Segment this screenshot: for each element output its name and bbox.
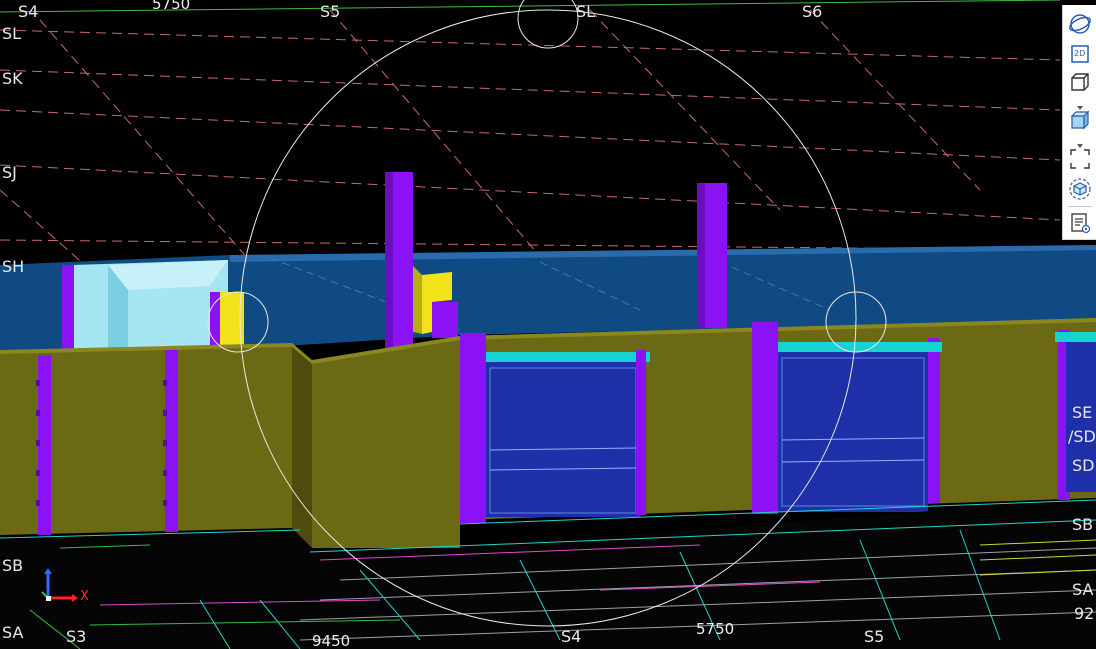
- orbit-handle-top[interactable]: [517, 0, 579, 49]
- axis-label-top-4: S6: [802, 2, 823, 21]
- column-stub-left: [62, 265, 74, 355]
- shaded-view-dropdown[interactable]: [1075, 135, 1085, 148]
- tall-column-left-face: [385, 172, 393, 362]
- axis-label-left-3: SJ: [2, 163, 17, 182]
- axis-label-left-1: SL: [2, 24, 22, 43]
- axis-label-right-3: SD: [1072, 456, 1095, 475]
- light-wall-top: [108, 260, 228, 290]
- column-stub-3: [432, 302, 458, 338]
- model-scene[interactable]: [0, 0, 1096, 649]
- axis-label-left-5: SB: [2, 556, 24, 575]
- view-toolbar: 2D: [1062, 5, 1096, 240]
- tall-column-mid-face: [697, 183, 705, 328]
- 2d-view-button[interactable]: 2D: [1067, 41, 1093, 67]
- coordinate-triad: X: [36, 568, 96, 608]
- properties-panel-button[interactable]: [1067, 210, 1093, 236]
- 3d-view-button[interactable]: [1067, 69, 1093, 95]
- axis-label-right-2: /SD: [1068, 427, 1096, 446]
- axis-label-top-3: SL: [576, 2, 596, 21]
- wall-left-end: [292, 345, 312, 548]
- orbit-view-button[interactable]: [1067, 11, 1093, 37]
- axis-label-right-6: 92: [1074, 604, 1095, 623]
- column-stub-2: [210, 292, 220, 346]
- cube-outline-icon: [1071, 73, 1089, 91]
- toolbar-separator: [1068, 206, 1092, 207]
- axis-label-bottom-3: S5: [864, 627, 885, 646]
- axis-label-right-1: SE: [1072, 403, 1093, 422]
- axis-label-top-1: S4: [18, 2, 39, 21]
- properties-icon: [1071, 213, 1091, 234]
- dimension-top: 5750: [152, 0, 191, 13]
- 3d-object-button[interactable]: [1067, 176, 1093, 202]
- orbit-icon: [1069, 14, 1091, 34]
- axis-label-top-2: S5: [320, 2, 341, 21]
- fit-view-icon: [1070, 149, 1090, 169]
- axis-label-left-4: SH: [2, 257, 25, 276]
- wall-center[interactable]: [312, 338, 460, 548]
- 3d-object-icon: [1069, 178, 1091, 200]
- 2d-view-label: 2D: [1074, 49, 1086, 58]
- window-1[interactable]: [486, 350, 650, 517]
- dimension-bottom-right: 5750: [696, 620, 735, 638]
- axis-label-bottom-2: S4: [561, 627, 582, 646]
- axis-label-right-4: SB: [1072, 515, 1094, 534]
- shaded-cube-icon: [1070, 110, 1090, 130]
- axis-label-left-2: SK: [2, 69, 23, 88]
- window-2[interactable]: [778, 342, 942, 512]
- axis-label-left-6: SA: [2, 623, 24, 642]
- axis-label-right-5: SA: [1072, 580, 1094, 599]
- triad-x-label: X: [80, 589, 89, 604]
- dimension-bottom-left: 9450: [312, 632, 351, 649]
- 3d-model-viewport[interactable]: S4 S5 SL S6 SL SK SJ SH SB SA SE /SD SD …: [0, 0, 1096, 649]
- fit-view-button[interactable]: [1067, 146, 1093, 172]
- axis-label-bottom-1: S3: [66, 627, 87, 646]
- 3d-view-dropdown[interactable]: [1075, 97, 1085, 110]
- shaded-view-button[interactable]: [1067, 107, 1093, 133]
